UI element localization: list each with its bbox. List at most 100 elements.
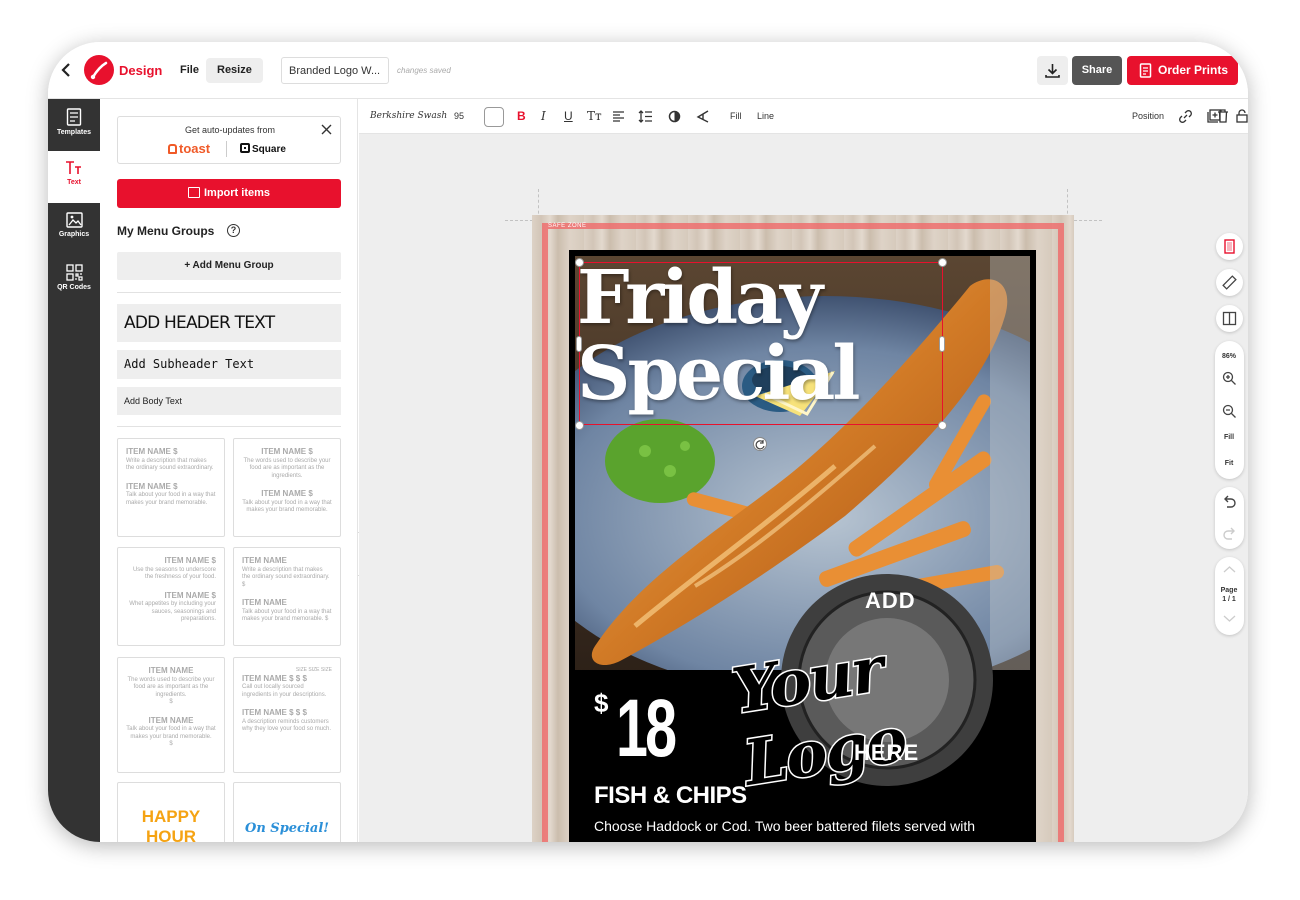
divider (226, 141, 227, 157)
resize-handle[interactable] (938, 258, 947, 267)
resize-handle[interactable] (575, 258, 584, 267)
resize-handle[interactable] (576, 336, 582, 352)
order-prints-button[interactable]: Order Prints (1127, 56, 1238, 85)
font-size-input[interactable]: 95 (454, 99, 464, 134)
resize-handle[interactable] (939, 336, 945, 352)
link-icon[interactable] (1179, 110, 1192, 123)
happy-hour-template[interactable]: HAPPY HOUR (117, 782, 225, 842)
text-case-button[interactable]: Tт (587, 99, 602, 134)
dish-description-text[interactable]: Choose Haddock or Cod. Two beer battered… (594, 818, 975, 834)
line-height-icon[interactable] (638, 109, 653, 124)
template-item-name: ITEM NAME $ (261, 489, 313, 498)
page-view-button[interactable] (1216, 233, 1243, 260)
divider (117, 292, 341, 293)
add-body-text-button[interactable]: Add Body Text (117, 387, 341, 415)
template-price: $ (169, 699, 173, 705)
template-item-name: ITEM NAME (242, 598, 287, 607)
divider (117, 426, 341, 427)
sidebar-item-label: Graphics (58, 231, 90, 238)
toast-integration[interactable]: toast (168, 141, 210, 156)
add-menu-group-button[interactable]: + Add Menu Group (117, 252, 341, 280)
close-icon[interactable] (321, 124, 332, 135)
on-special-template[interactable]: On Special! (233, 782, 341, 842)
import-items-label: Import items (203, 187, 270, 199)
undo-icon[interactable] (1222, 495, 1237, 509)
menu-template-1[interactable]: ITEM NAME $ Write a description that make… (117, 438, 225, 537)
qr-code-icon (65, 264, 83, 281)
document-name-field[interactable]: Branded Logo W... (281, 57, 389, 84)
order-prints-label: Order Prints (1158, 63, 1229, 77)
position-button[interactable]: Position (1132, 99, 1164, 134)
square-integration[interactable]: Square (240, 143, 286, 155)
share-button[interactable]: Share (1072, 56, 1122, 85)
template-description: A description reminds customers why they… (242, 718, 332, 733)
logo-placeholder[interactable]: ADD Your Logo HERE (726, 570, 1055, 801)
price-text[interactable]: 18 (616, 681, 677, 777)
chevron-down-icon[interactable] (1223, 614, 1236, 623)
split-view-button[interactable] (1216, 305, 1243, 332)
sidebar-item-text[interactable]: Text (48, 151, 100, 203)
bold-button[interactable]: B (517, 99, 526, 134)
sidebar-item-graphics[interactable]: Graphics (48, 203, 100, 255)
zoom-in-icon[interactable] (1222, 371, 1237, 386)
rotate-handle-icon[interactable] (753, 437, 767, 451)
italic-button[interactable]: I (541, 99, 546, 134)
sidebar-item-qr-codes[interactable]: QR Codes (48, 255, 100, 307)
back-arrow-icon[interactable] (58, 62, 74, 78)
logo-here-text: HERE (854, 740, 920, 765)
line-button[interactable]: Line (757, 99, 774, 134)
template-description: Talk about your food in a way that makes… (242, 608, 332, 623)
underline-button[interactable]: U (564, 99, 573, 134)
text-panel: Get auto-updates from toast Square Impor… (100, 99, 358, 842)
menu-template-6[interactable]: SIZE SIZE SIZE ITEM NAME $ $ $ Call out l… (233, 657, 341, 773)
template-item-name: ITEM NAME $ (261, 447, 313, 456)
brand-label: Design (119, 63, 163, 78)
template-price: $ (169, 741, 173, 747)
text-color-swatch[interactable] (484, 107, 504, 127)
redo-icon[interactable] (1222, 527, 1237, 541)
menu-template-5[interactable]: ITEM NAME The words used to describe your… (117, 657, 225, 773)
lock-icon[interactable] (1236, 109, 1248, 123)
zoom-fill-button[interactable]: Fill (1214, 434, 1244, 441)
resize-menu[interactable]: Resize (206, 58, 263, 83)
poster-page[interactable]: SAFE ZONE $ 18 FISH & CHIPS Choose Haddo… (532, 215, 1074, 842)
text-effects-icon[interactable] (696, 110, 710, 123)
resize-handle[interactable] (575, 421, 584, 430)
import-items-button[interactable]: Import items (117, 179, 341, 208)
align-icon[interactable] (612, 110, 625, 123)
template-description: Use the seasons to underscore the freshn… (132, 566, 216, 581)
sidebar-item-label: QR Codes (57, 284, 91, 291)
ruler-button[interactable] (1216, 269, 1243, 296)
import-icon (187, 187, 200, 198)
template-item-name: ITEM NAME $ (164, 590, 216, 600)
help-icon[interactable]: ? (227, 224, 240, 237)
design-canvas[interactable]: SAFE ZONE $ 18 FISH & CHIPS Choose Haddo… (359, 134, 1248, 842)
template-item-name: ITEM NAME $ $ $ (242, 673, 307, 683)
font-family-select[interactable]: Berkshire Swash (370, 99, 447, 134)
sidebar-item-templates[interactable]: Templates (48, 99, 100, 151)
template-item-name: ITEM NAME (242, 556, 287, 565)
zoom-out-icon[interactable] (1222, 404, 1237, 419)
add-subheader-text-button[interactable]: Add Subheader Text (117, 350, 341, 379)
price-currency[interactable]: $ (594, 688, 608, 719)
menu-template-2[interactable]: ITEM NAME $ The words used to describe yo… (233, 438, 341, 537)
save-status: changes saved (397, 66, 451, 75)
resize-handle[interactable] (938, 421, 947, 430)
template-description: The words used to describe your food are… (243, 457, 331, 479)
trash-icon[interactable] (1217, 109, 1229, 123)
fill-button[interactable]: Fill (730, 99, 742, 134)
contrast-icon[interactable] (668, 110, 681, 123)
page-counter: 1 / 1 (1222, 596, 1236, 603)
zoom-fit-button[interactable]: Fit (1214, 460, 1244, 467)
download-button[interactable] (1037, 56, 1068, 85)
file-menu[interactable]: File (172, 59, 207, 83)
chevron-up-icon[interactable] (1223, 565, 1236, 574)
ruler-icon (1222, 275, 1237, 290)
dish-name-text[interactable]: FISH & CHIPS (594, 782, 747, 810)
print-icon (1139, 63, 1152, 78)
selection-box[interactable] (579, 262, 943, 425)
add-header-text-button[interactable]: ADD HEADER TEXT (117, 304, 341, 342)
menu-template-4[interactable]: ITEM NAME Write a description that makes … (233, 547, 341, 646)
sidebar-item-label: Text (67, 179, 81, 186)
menu-template-3[interactable]: ITEM NAME $ Use the seasons to underscore… (117, 547, 225, 646)
